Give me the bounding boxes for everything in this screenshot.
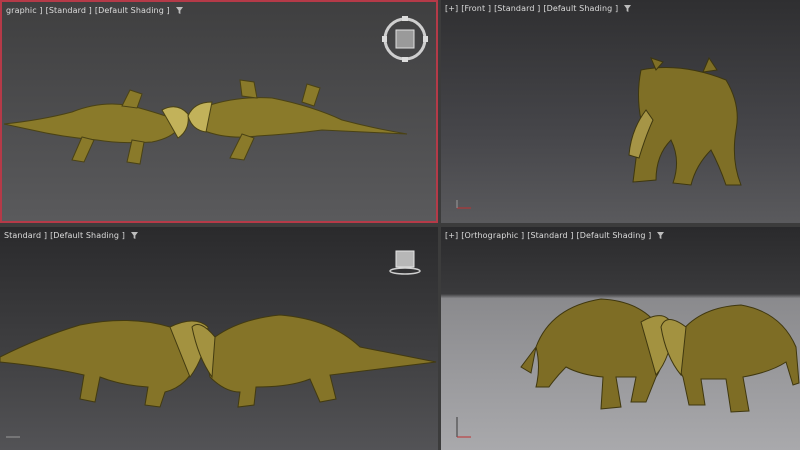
viewport-orthographic[interactable]: [+] [Orthographic ] [Standard ] [Default Sh… bbox=[441, 227, 800, 450]
dinosaur-right bbox=[187, 79, 408, 161]
viewport-top[interactable]: graphic ] [Standard ] [Default Shading ] bbox=[0, 0, 438, 223]
dinosaur-left bbox=[3, 89, 189, 165]
axis-gizmo-icon bbox=[456, 200, 471, 209]
dinosaurs-front bbox=[628, 56, 742, 186]
scene-side-view bbox=[0, 314, 437, 408]
viewport-left[interactable]: Standard ] [Default Shading ] bbox=[0, 227, 438, 450]
dinosaur-left-side bbox=[0, 320, 209, 408]
dinosaur-right-side bbox=[191, 314, 437, 408]
viewcube-icon[interactable] bbox=[388, 249, 424, 279]
dinosaur-right-ortho bbox=[660, 304, 800, 413]
viewcube-icon[interactable] bbox=[380, 14, 430, 64]
scene-orthographic-view bbox=[520, 298, 800, 413]
viewport-front[interactable]: [+] [Front ] [Standard ] [Default Shading ] bbox=[441, 0, 800, 223]
axis-gizmo-icon bbox=[456, 417, 471, 438]
scene-front-view bbox=[628, 56, 742, 186]
scene-top-view bbox=[3, 79, 408, 165]
axis-gizmo-icon bbox=[6, 436, 20, 438]
dinosaur-left-ortho bbox=[520, 298, 674, 410]
